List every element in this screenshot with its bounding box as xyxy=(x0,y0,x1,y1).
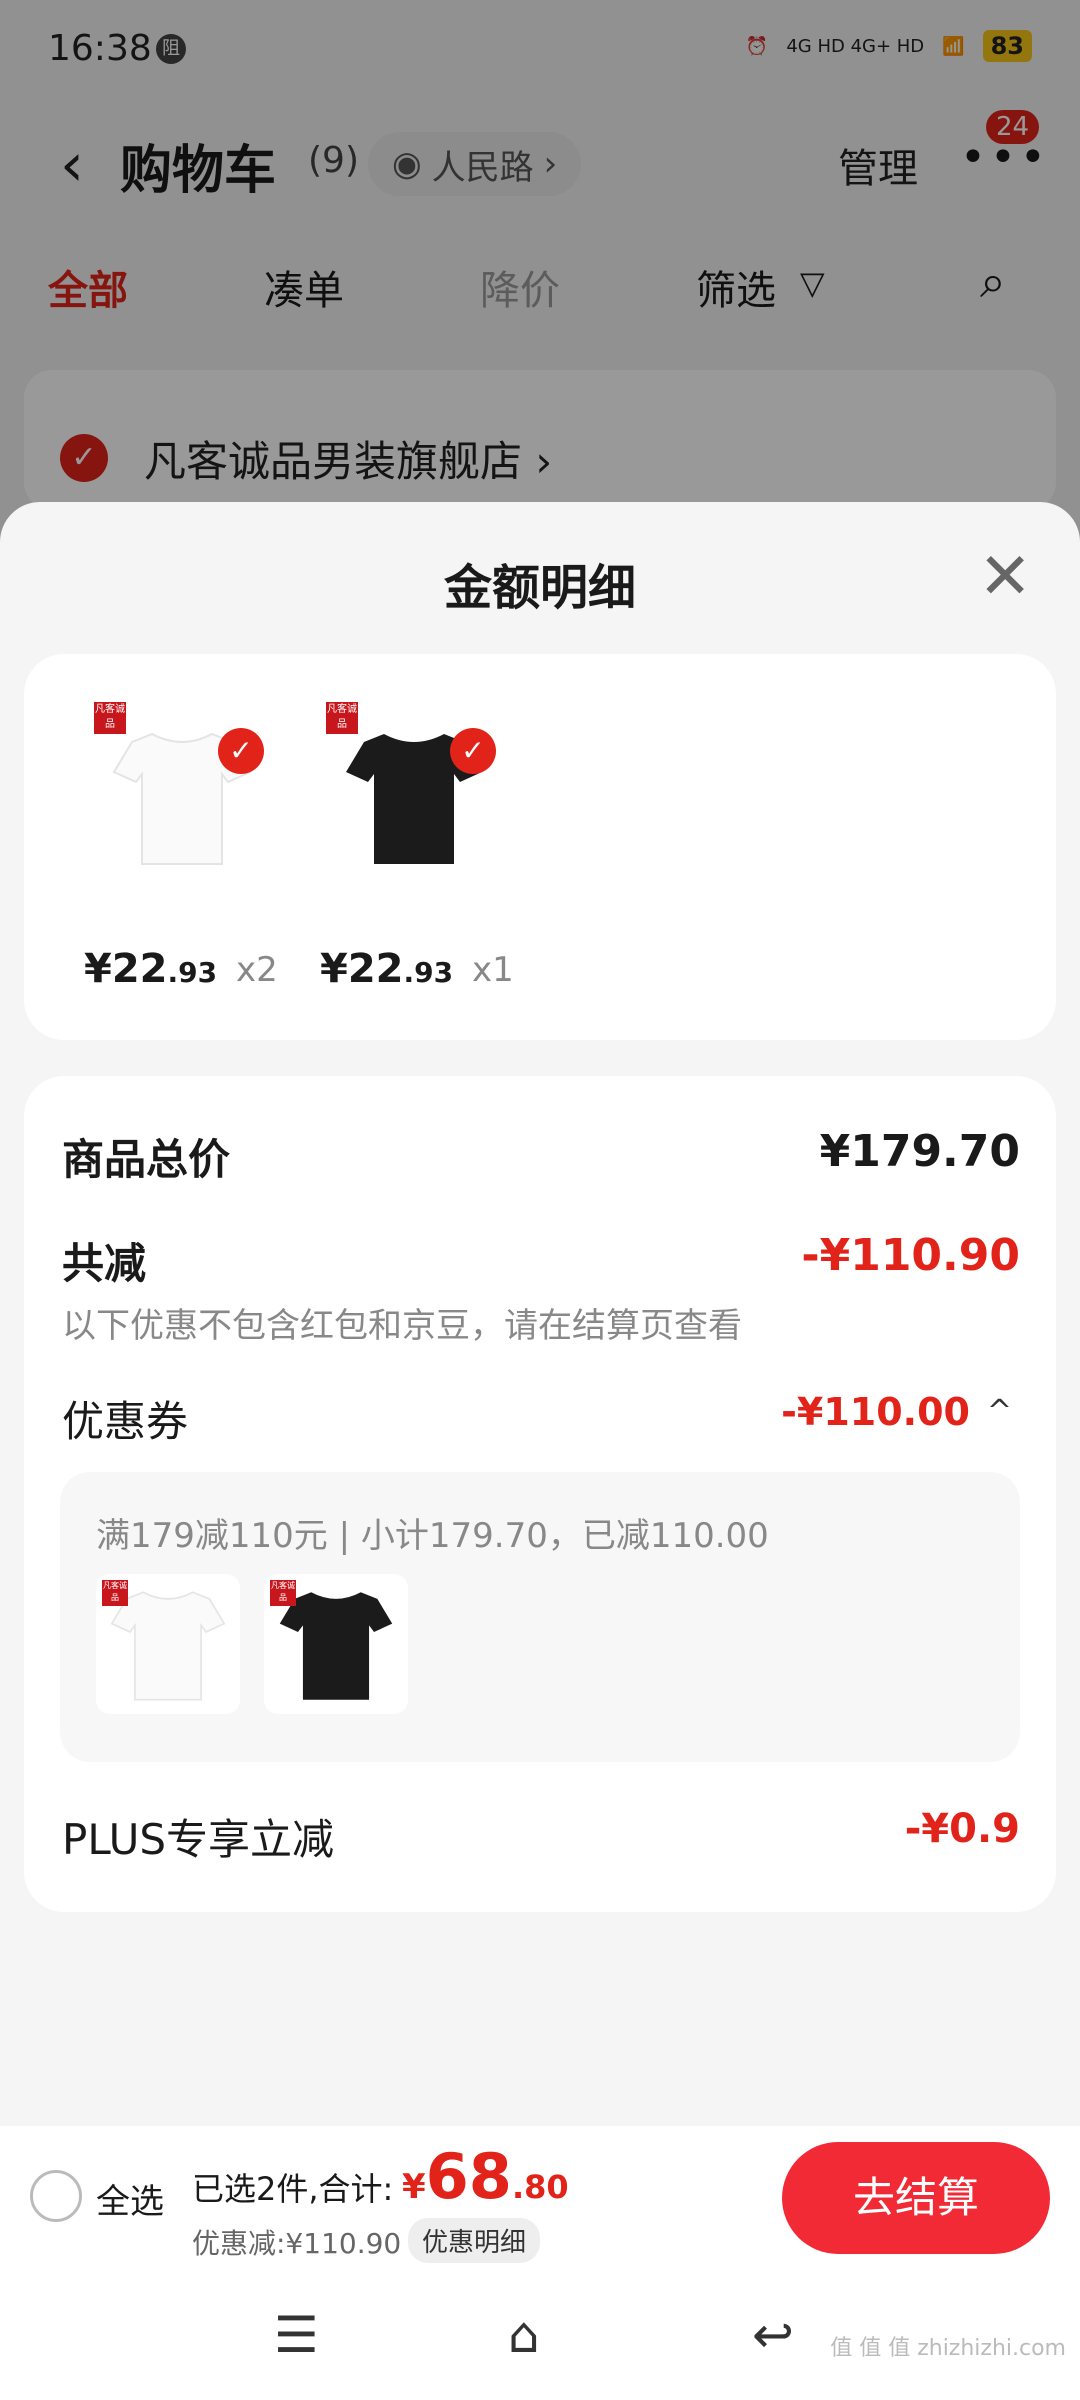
coupon-label: 优惠券 xyxy=(62,1397,189,1446)
brand-tag: 凡客诚品 xyxy=(94,702,126,734)
reduce-value: -¥110.90 xyxy=(801,1230,1020,1281)
selected-check-icon[interactable]: ✓ xyxy=(218,728,264,774)
checkout-bar: 全选 已选2件,合计: ¥68.80 优惠减:¥110.90 优惠明细 去结算 xyxy=(0,2126,1080,2276)
sheet-title: 金额明细 xyxy=(443,560,636,616)
back-nav-icon[interactable]: ↩ xyxy=(752,2306,794,2364)
coupon-detail-text: 满179减110元 | 小计179.70，已减110.00 xyxy=(96,1516,769,1556)
reduce-note: 以下优惠不包含红包和京豆，请在结算页查看 xyxy=(62,1306,742,1346)
home-icon[interactable]: ⌂ xyxy=(508,2306,540,2364)
watermark: 值 值 值 zhizhizhi.com xyxy=(830,2336,1066,2361)
item-qty: x1 xyxy=(472,950,514,990)
brand-tag: 凡客诚品 xyxy=(326,702,358,734)
selected-check-icon[interactable]: ✓ xyxy=(450,728,496,774)
select-all-label[interactable]: 全选 xyxy=(96,2174,164,2223)
product-thumb[interactable]: 凡客诚品 ✓ xyxy=(320,696,496,876)
coupon-item-thumb: 凡客诚品 xyxy=(96,1574,240,1714)
selected-summary: 已选2件,合计: xyxy=(192,2170,394,2208)
coupon-item-thumb: 凡客诚品 xyxy=(264,1574,408,1714)
items-card: 凡客诚品 ✓ ¥22.93 x2 凡客诚品 ✓ ¥22.93 x1 xyxy=(24,654,1056,1040)
select-all-radio[interactable] xyxy=(30,2170,82,2222)
item-price: ¥22.93 xyxy=(84,946,218,992)
total-value: ¥179.70 xyxy=(819,1126,1020,1177)
product-thumb[interactable]: 凡客诚品 ✓ xyxy=(88,696,264,876)
discount-summary: 优惠减:¥110.90 xyxy=(192,2227,402,2260)
brand-tag: 凡客诚品 xyxy=(102,1580,128,1606)
item-qty: x2 xyxy=(236,950,278,990)
plus-label: PLUS专享立减 xyxy=(62,1815,335,1864)
total-price: ¥68.80 xyxy=(402,2140,569,2213)
item-price: ¥22.93 xyxy=(320,946,454,992)
discount-detail-button[interactable]: 优惠明细 xyxy=(408,2218,541,2263)
menu-icon[interactable]: ☰ xyxy=(274,2306,319,2364)
checkout-button[interactable]: 去结算 xyxy=(782,2142,1050,2254)
reduce-label: 共减 xyxy=(62,1239,147,1288)
brand-tag: 凡客诚品 xyxy=(270,1580,296,1606)
coupon-detail-box: 满179减110元 | 小计179.70，已减110.00 凡客诚品 凡客诚品 xyxy=(60,1472,1020,1762)
plus-value: -¥0.9 xyxy=(904,1806,1020,1852)
close-icon[interactable]: ✕ xyxy=(978,540,1032,614)
total-label: 商品总价 xyxy=(62,1135,231,1184)
chevron-up-icon[interactable]: ^ xyxy=(987,1394,1012,1429)
coupon-value[interactable]: -¥110.00 xyxy=(781,1390,970,1434)
